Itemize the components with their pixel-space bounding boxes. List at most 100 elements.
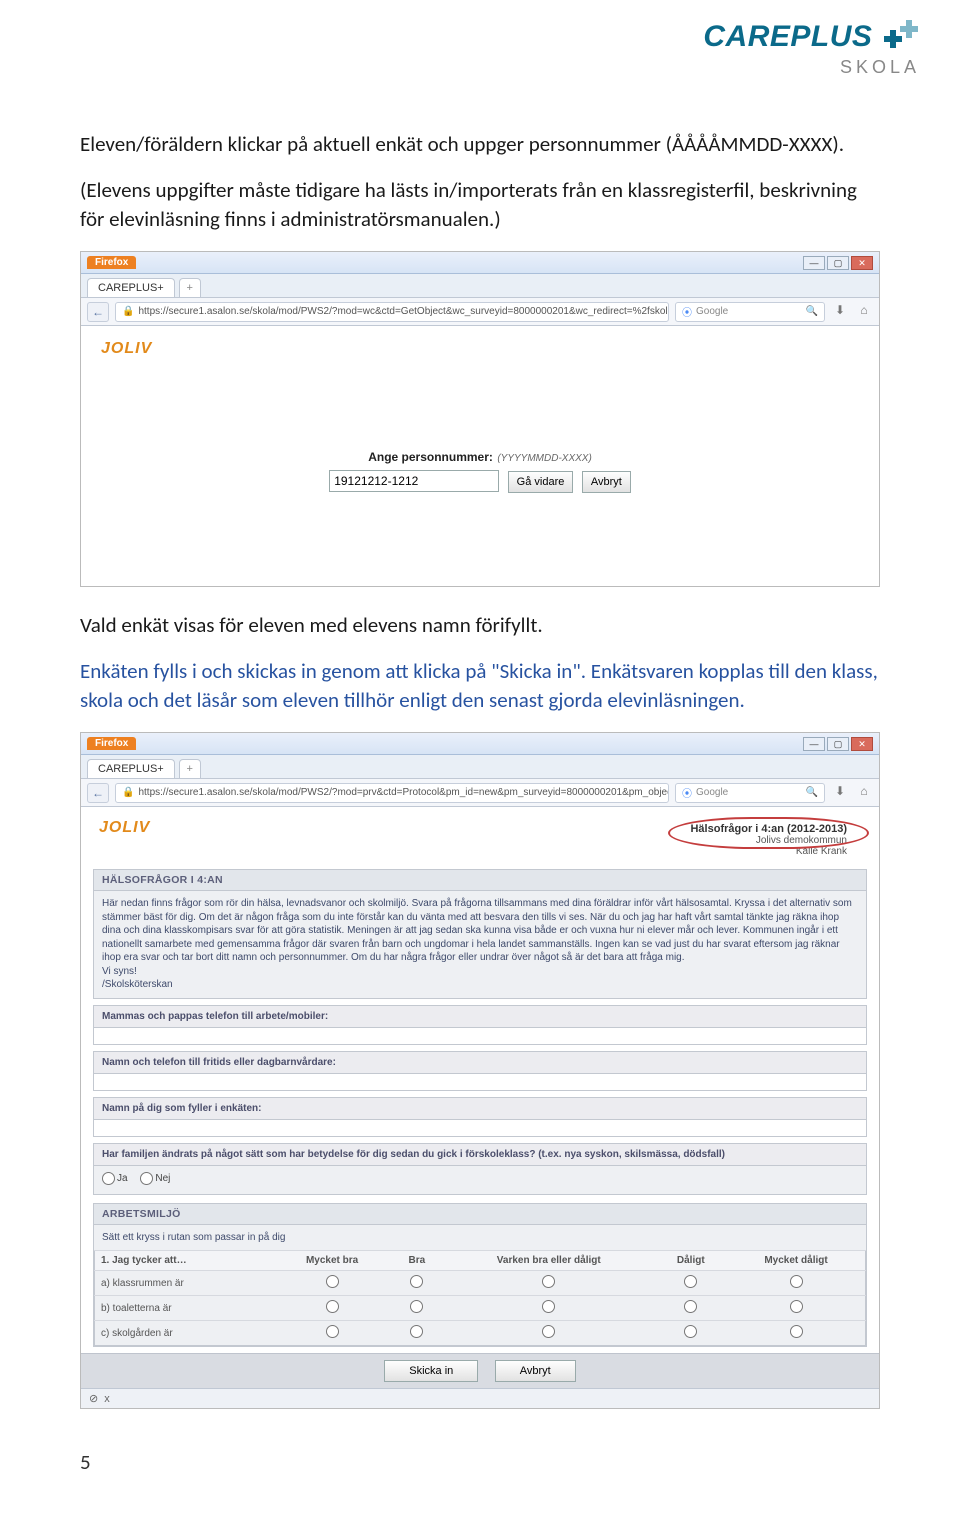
- page-number: 5: [80, 1449, 880, 1475]
- browser-search[interactable]: ⦿ Google 🔍: [675, 302, 825, 322]
- question-input[interactable]: [93, 1027, 867, 1045]
- search-placeholder: Google: [696, 306, 728, 317]
- matrix-cell[interactable]: [273, 1296, 390, 1321]
- matrix-stem: 1. Jag tycker att…: [95, 1251, 274, 1271]
- back-icon[interactable]: ←: [87, 783, 109, 803]
- question-label: Har familjen ändrats på något sätt som h…: [93, 1143, 867, 1165]
- matrix-col: Bra: [391, 1251, 443, 1271]
- url-text: https://secure1.asalon.se/skola/mod/PWS2…: [138, 787, 669, 798]
- screenshot-personnummer: Firefox — ▢ ✕ CAREPLUS+ + ← 🔒 https://se…: [80, 251, 880, 587]
- matrix-cell[interactable]: [655, 1271, 728, 1296]
- browser-statusbar: ⊘ x: [81, 1388, 879, 1408]
- send-button[interactable]: Skicka in: [384, 1360, 478, 1382]
- cancel-button[interactable]: Avbryt: [582, 471, 631, 493]
- paragraph: Enkäten fylls i och skickas in genom att…: [80, 657, 880, 714]
- home-icon[interactable]: ⌂: [855, 303, 873, 321]
- survey-footer: Skicka in Avbryt: [81, 1353, 879, 1388]
- firefox-badge: Firefox: [87, 737, 136, 750]
- window-close-icon[interactable]: ✕: [851, 256, 873, 270]
- question-input[interactable]: [93, 1073, 867, 1091]
- matrix-col: Varken bra eller dåligt: [443, 1251, 655, 1271]
- matrix-col: Dåligt: [655, 1251, 728, 1271]
- intro-text: Här nedan finns frågor som rör din hälsa…: [102, 898, 852, 963]
- rating-matrix: 1. Jag tycker att… Mycket bra Bra Varken…: [94, 1250, 866, 1346]
- joliv-logo: JOLIV: [99, 819, 150, 837]
- window-maximize-icon[interactable]: ▢: [827, 737, 849, 751]
- address-bar[interactable]: 🔒 https://secure1.asalon.se/skola/mod/PW…: [115, 783, 669, 803]
- search-engine-icon: ⦿: [682, 785, 692, 800]
- logo-text: CAREPLUS: [703, 20, 872, 53]
- search-engine-icon: ⦿: [682, 304, 692, 319]
- window-titlebar: Firefox — ▢ ✕: [81, 733, 879, 755]
- status-text: x: [104, 1393, 110, 1405]
- matrix-cell[interactable]: [273, 1271, 390, 1296]
- question-label: Namn och telefon till fritids eller dagb…: [93, 1051, 867, 1073]
- browser-search[interactable]: ⦿ Google 🔍: [675, 783, 825, 803]
- logo-subtext: SKOLA: [703, 57, 920, 78]
- plus-cross-icon: [880, 20, 920, 59]
- download-icon[interactable]: ⬇: [831, 784, 849, 802]
- paragraph: Vald enkät visas för eleven med elevens …: [80, 611, 880, 639]
- survey-header-meta: Hälsofrågor i 4:an (2012-2013) Jolivs de…: [676, 819, 861, 861]
- matrix-cell[interactable]: [273, 1321, 390, 1346]
- new-tab-button[interactable]: +: [179, 759, 201, 778]
- cancel-button[interactable]: Avbryt: [495, 1360, 576, 1382]
- question-input[interactable]: [93, 1119, 867, 1137]
- firefox-badge: Firefox: [87, 256, 136, 269]
- lock-icon: 🔒: [122, 306, 134, 317]
- intro-panel: HÄLSOFRÅGOR I 4:AN Här nedan finns frågo…: [93, 869, 867, 999]
- radio-no[interactable]: Nej: [140, 1172, 170, 1185]
- section-instruction: Sätt ett kryss i rutan som passar in på …: [94, 1225, 866, 1251]
- matrix-row-label: a) klassrummen är: [95, 1271, 274, 1296]
- personnummer-label: Ange personnummer:: [368, 450, 493, 464]
- window-minimize-icon[interactable]: —: [803, 737, 825, 751]
- search-placeholder: Google: [696, 787, 728, 798]
- paragraph: Eleven/föräldern klickar på aktuell enkä…: [80, 130, 880, 158]
- matrix-row-label: b) toaletterna är: [95, 1296, 274, 1321]
- intro-heading: HÄLSOFRÅGOR I 4:AN: [94, 870, 866, 891]
- matrix-col: Mycket bra: [273, 1251, 390, 1271]
- download-icon[interactable]: ⬇: [831, 303, 849, 321]
- matrix-cell[interactable]: [727, 1321, 865, 1346]
- window-titlebar: Firefox — ▢ ✕: [81, 252, 879, 274]
- intro-sign: Vi syns!: [102, 966, 137, 977]
- matrix-cell[interactable]: [655, 1296, 728, 1321]
- intro-sign: /Skolsköterskan: [102, 979, 173, 990]
- matrix-cell[interactable]: [391, 1271, 443, 1296]
- section-heading: ARBETSMILJÖ: [94, 1204, 866, 1225]
- brand-logo: CAREPLUS SKOLA: [703, 20, 920, 78]
- matrix-col: Mycket dåligt: [727, 1251, 865, 1271]
- lock-icon: 🔒: [122, 787, 134, 798]
- matrix-cell[interactable]: [443, 1321, 655, 1346]
- joliv-logo: JOLIV: [101, 340, 859, 358]
- question-radio-row: Ja Nej: [93, 1165, 867, 1195]
- screenshot-survey: Firefox — ▢ ✕ CAREPLUS+ + ← 🔒 https://se…: [80, 732, 880, 1409]
- annotation-circle-icon: [668, 817, 869, 849]
- url-text: https://secure1.asalon.se/skola/mod/PWS2…: [138, 306, 669, 317]
- matrix-cell[interactable]: [391, 1296, 443, 1321]
- personnummer-hint: (YYYYMMDD-XXXX): [497, 453, 591, 464]
- go-button[interactable]: Gå vidare: [508, 471, 574, 493]
- browser-tab[interactable]: CAREPLUS+: [87, 759, 175, 778]
- matrix-cell[interactable]: [727, 1296, 865, 1321]
- status-close-icon[interactable]: ⊘: [89, 1392, 98, 1405]
- matrix-cell[interactable]: [655, 1321, 728, 1346]
- browser-tab[interactable]: CAREPLUS+: [87, 278, 175, 297]
- question-label: Namn på dig som fyller i enkäten:: [93, 1097, 867, 1119]
- window-maximize-icon[interactable]: ▢: [827, 256, 849, 270]
- matrix-cell[interactable]: [443, 1296, 655, 1321]
- matrix-cell[interactable]: [443, 1271, 655, 1296]
- window-close-icon[interactable]: ✕: [851, 737, 873, 751]
- matrix-row-label: c) skolgården är: [95, 1321, 274, 1346]
- window-minimize-icon[interactable]: —: [803, 256, 825, 270]
- home-icon[interactable]: ⌂: [855, 784, 873, 802]
- paragraph: (Elevens uppgifter måste tidigare ha läs…: [80, 176, 880, 233]
- matrix-cell[interactable]: [391, 1321, 443, 1346]
- address-bar[interactable]: 🔒 https://secure1.asalon.se/skola/mod/PW…: [115, 302, 669, 322]
- question-label: Mammas och pappas telefon till arbete/mo…: [93, 1005, 867, 1027]
- radio-yes[interactable]: Ja: [102, 1172, 128, 1185]
- back-icon[interactable]: ←: [87, 302, 109, 322]
- personnummer-input[interactable]: [329, 470, 499, 492]
- matrix-cell[interactable]: [727, 1271, 865, 1296]
- new-tab-button[interactable]: +: [179, 278, 201, 297]
